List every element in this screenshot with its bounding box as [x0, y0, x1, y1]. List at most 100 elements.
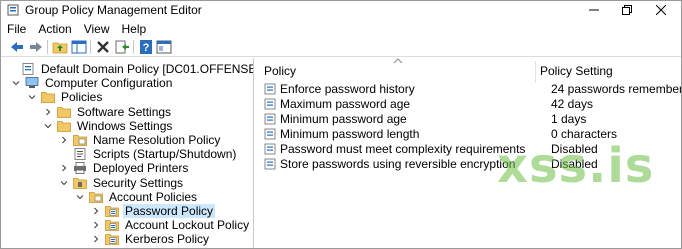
policy-folder-icon	[105, 220, 119, 232]
tree-item-label: Password Policy	[123, 204, 216, 218]
policy-setting-value: Disabled	[551, 156, 598, 171]
tree-item-label: Default Domain Policy [DC01.OFFENSE.LOCA…	[41, 62, 253, 76]
app-window: Group Policy Management Editor File Acti…	[0, 0, 682, 249]
close-icon	[656, 5, 666, 15]
tree-item[interactable]: Deployed Printers	[59, 161, 190, 175]
tree-item-label: Security Settings	[93, 175, 184, 190]
policy-row[interactable]: Store passwords using reversible encrypt…	[264, 157, 598, 171]
policy-setting-icon	[264, 83, 276, 95]
policy-row[interactable]: Minimum password age 1 days	[264, 112, 586, 126]
tree-item-label: Windows Settings	[77, 118, 173, 133]
tree-item[interactable]: Software Settings	[43, 105, 173, 119]
back-arrow-icon[interactable]	[9, 39, 25, 55]
policy-setting-value: 1 days	[551, 111, 587, 126]
policy-name: Minimum password length	[280, 126, 420, 141]
policy-name: Password must meet complexity requiremen…	[280, 141, 526, 156]
tree-item[interactable]: Security Settings	[59, 176, 185, 190]
tree-item[interactable]: Default Domain Policy [DC01.OFFENSE.LOCA…	[7, 62, 253, 76]
restore-button[interactable]	[612, 1, 642, 19]
gpo-app-icon	[7, 4, 19, 16]
folder-icon	[41, 92, 55, 104]
policy-row[interactable]: Minimum password length 0 characters	[264, 127, 617, 141]
export-list-icon[interactable]	[114, 39, 130, 55]
expanded-chevron-icon[interactable]	[43, 121, 53, 131]
details-pane[interactable]: Policy Policy Setting Enforce password h…	[259, 58, 681, 248]
menu-view[interactable]: View	[78, 22, 116, 36]
folder-up-icon[interactable]	[52, 39, 68, 55]
menu-help[interactable]: Help	[116, 22, 153, 36]
policy-setting-icon	[264, 143, 276, 154]
help-icon[interactable]: ?	[138, 39, 154, 55]
title-bar[interactable]: Group Policy Management Editor	[1, 1, 681, 19]
tree-item[interactable]: Account Policies	[75, 190, 199, 204]
tree-item-label: Account Lockout Policy	[125, 218, 250, 233]
tree-item[interactable]: Password Policy	[91, 204, 216, 218]
tree-item[interactable]: Policies	[27, 90, 104, 104]
restore-icon	[622, 5, 632, 15]
column-header-policy[interactable]: Policy	[264, 64, 296, 78]
expanded-chevron-icon[interactable]	[27, 92, 37, 102]
tree-item[interactable]: Windows Settings	[43, 119, 174, 133]
policy-name: Store passwords using reversible encrypt…	[280, 156, 516, 171]
policy-setting-value: 24 passwords remembered	[551, 82, 681, 96]
column-divider[interactable]	[535, 61, 536, 83]
collapsed-chevron-icon[interactable]	[59, 135, 69, 145]
delete-icon[interactable]	[95, 39, 111, 55]
column-header-policy-setting[interactable]: Policy Setting	[540, 64, 613, 78]
policy-setting-icon	[264, 128, 276, 140]
collapsed-chevron-icon[interactable]	[59, 163, 69, 173]
folder-doc-icon	[89, 191, 103, 203]
security-settings-icon	[73, 177, 87, 189]
collapsed-chevron-icon[interactable]	[91, 234, 101, 244]
policy-folder-icon	[105, 206, 119, 217]
policy-setting-icon	[264, 98, 276, 110]
properties-icon[interactable]	[156, 39, 172, 55]
folder-icon	[57, 120, 71, 132]
tree-item-label: Account Policies	[109, 189, 198, 204]
folder-doc-icon	[73, 135, 87, 146]
minimize-button[interactable]	[579, 1, 609, 19]
forward-arrow-icon[interactable]	[28, 39, 44, 55]
tree-item[interactable]: Name Resolution Policy	[59, 133, 222, 147]
policy-setting-value: Disabled	[551, 141, 598, 156]
minimize-icon	[589, 9, 599, 11]
tree-pane[interactable]: Default Domain Policy [DC01.OFFENSE.LOCA…	[1, 58, 254, 248]
menu-bar: File Action View Help	[1, 20, 681, 37]
folder-icon	[57, 106, 71, 118]
menu-action[interactable]: Action	[32, 22, 77, 36]
tree-item[interactable]: Scripts (Startup/Shutdown)	[59, 147, 238, 161]
collapsed-chevron-icon[interactable]	[43, 107, 53, 117]
expanded-chevron-icon[interactable]	[11, 78, 21, 88]
collapsed-chevron-icon[interactable]	[91, 206, 101, 216]
policy-name: Maximum password age	[280, 96, 411, 111]
no-expander	[59, 149, 69, 159]
toolbar-separator	[47, 40, 48, 54]
tree-item[interactable]: Computer Configuration	[11, 76, 174, 90]
policy-name: Minimum password age	[280, 111, 407, 126]
tree-item-label: Software Settings	[77, 104, 172, 119]
policy-row[interactable]: Password must meet complexity requiremen…	[264, 142, 598, 156]
sort-ascending-icon	[393, 58, 403, 64]
tree-item-label: Scripts (Startup/Shutdown)	[93, 147, 237, 162]
close-button[interactable]	[646, 1, 676, 19]
no-expander	[7, 64, 17, 74]
tree-item-label: Deployed Printers	[93, 161, 189, 176]
show-hide-tree-icon[interactable]	[71, 39, 87, 55]
computer-icon	[25, 77, 39, 89]
script-icon	[74, 148, 86, 161]
menu-file[interactable]: File	[1, 22, 32, 36]
policy-row[interactable]: Enforce password history 24 passwords rem…	[264, 82, 681, 96]
expanded-chevron-icon[interactable]	[59, 178, 69, 188]
expanded-chevron-icon[interactable]	[75, 192, 85, 202]
collapsed-chevron-icon[interactable]	[91, 220, 101, 230]
window-title: Group Policy Management Editor	[25, 3, 202, 17]
toolbar: ?	[1, 37, 681, 57]
tree-item-label: Computer Configuration	[45, 76, 173, 91]
tree-item[interactable]: Account Lockout Policy	[91, 218, 251, 232]
svg-text:?: ?	[143, 42, 150, 54]
policy-row[interactable]: Maximum password age 42 days	[264, 97, 593, 111]
tree-item-label: Kerberos Policy	[125, 232, 210, 247]
policy-setting-value: 0 characters	[551, 126, 618, 141]
tree-item[interactable]: Kerberos Policy	[91, 232, 211, 246]
tree-item-label: Name Resolution Policy	[93, 133, 221, 147]
